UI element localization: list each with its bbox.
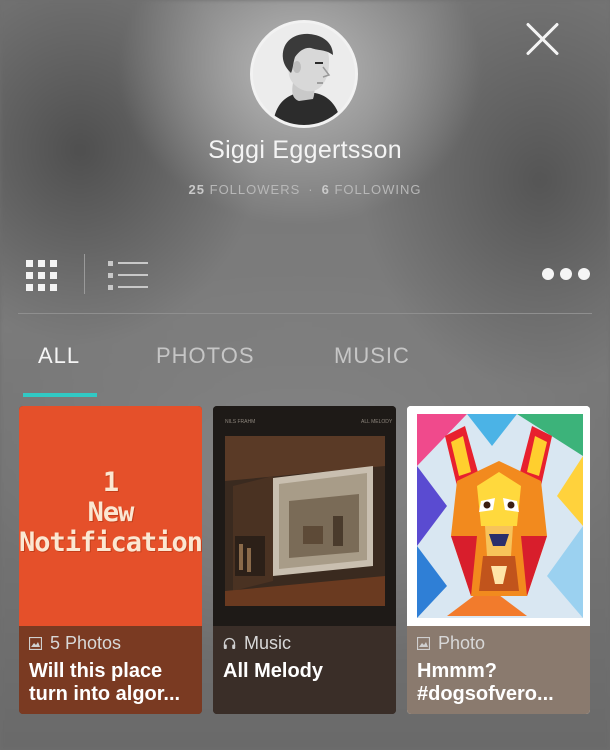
list-view-icon[interactable] [108,261,148,290]
active-tab-indicator [23,393,97,397]
image-icon [417,637,430,650]
post-card[interactable]: Photo Hmmm? #dogsofvero... [407,406,590,714]
more-options-icon[interactable] [542,268,590,282]
dog-illustration-image [407,406,590,626]
notification-cover-text: 1 New Notification [19,467,202,558]
post-card[interactable]: NILS FRAHM ALL MELODY Music All Melody [213,406,396,714]
card-title: Will this place turn into algor... [29,660,181,705]
following-label[interactable]: FOLLOWING [334,182,421,197]
toolbar-divider [18,313,592,314]
tab-music[interactable]: MUSIC [334,343,410,369]
card-info: Music All Melody [213,626,396,714]
headphones-icon [223,637,236,649]
view-toggle-divider [84,254,85,294]
dog-illustration-cover [407,406,590,626]
card-info: Photo Hmmm? #dogsofvero... [407,626,590,714]
grid-view-icon[interactable] [26,260,58,292]
close-button[interactable] [524,20,562,58]
avatar-portrait-image [253,23,355,125]
post-card[interactable]: 1 New Notification 5 Photos Will this pl… [19,406,202,714]
card-info: 5 Photos Will this place turn into algor… [19,626,202,714]
card-type: 5 Photos [29,633,192,654]
album-cover-image: NILS FRAHM ALL MELODY [213,406,396,626]
image-icon [29,637,42,650]
tab-all[interactable]: ALL [38,343,80,369]
stats-separator: · [308,182,314,197]
card-type-label: Music [244,633,292,653]
card-type-label: 5 Photos [50,633,122,653]
card-type: Music [223,633,386,654]
following-count[interactable]: 6 [322,182,330,197]
profile-name: Siggi Eggertsson [208,136,402,164]
album-artist: NILS FRAHM [225,419,255,425]
notification-cover: 1 New Notification [19,406,202,626]
card-type: Photo [417,633,580,654]
album-cover: NILS FRAHM ALL MELODY [213,406,396,626]
follow-stats: 25 FOLLOWERS · 6 FOLLOWING [0,182,610,197]
followers-label[interactable]: FOLLOWERS [210,182,301,197]
album-name: ALL MELODY [361,419,393,425]
card-title: Hmmm? #dogsofvero... [417,660,554,705]
tab-photos[interactable]: PHOTOS [156,343,255,369]
followers-count[interactable]: 25 [189,182,205,197]
card-title: All Melody [223,660,324,682]
card-type-label: Photo [438,633,486,653]
avatar[interactable] [250,20,358,128]
